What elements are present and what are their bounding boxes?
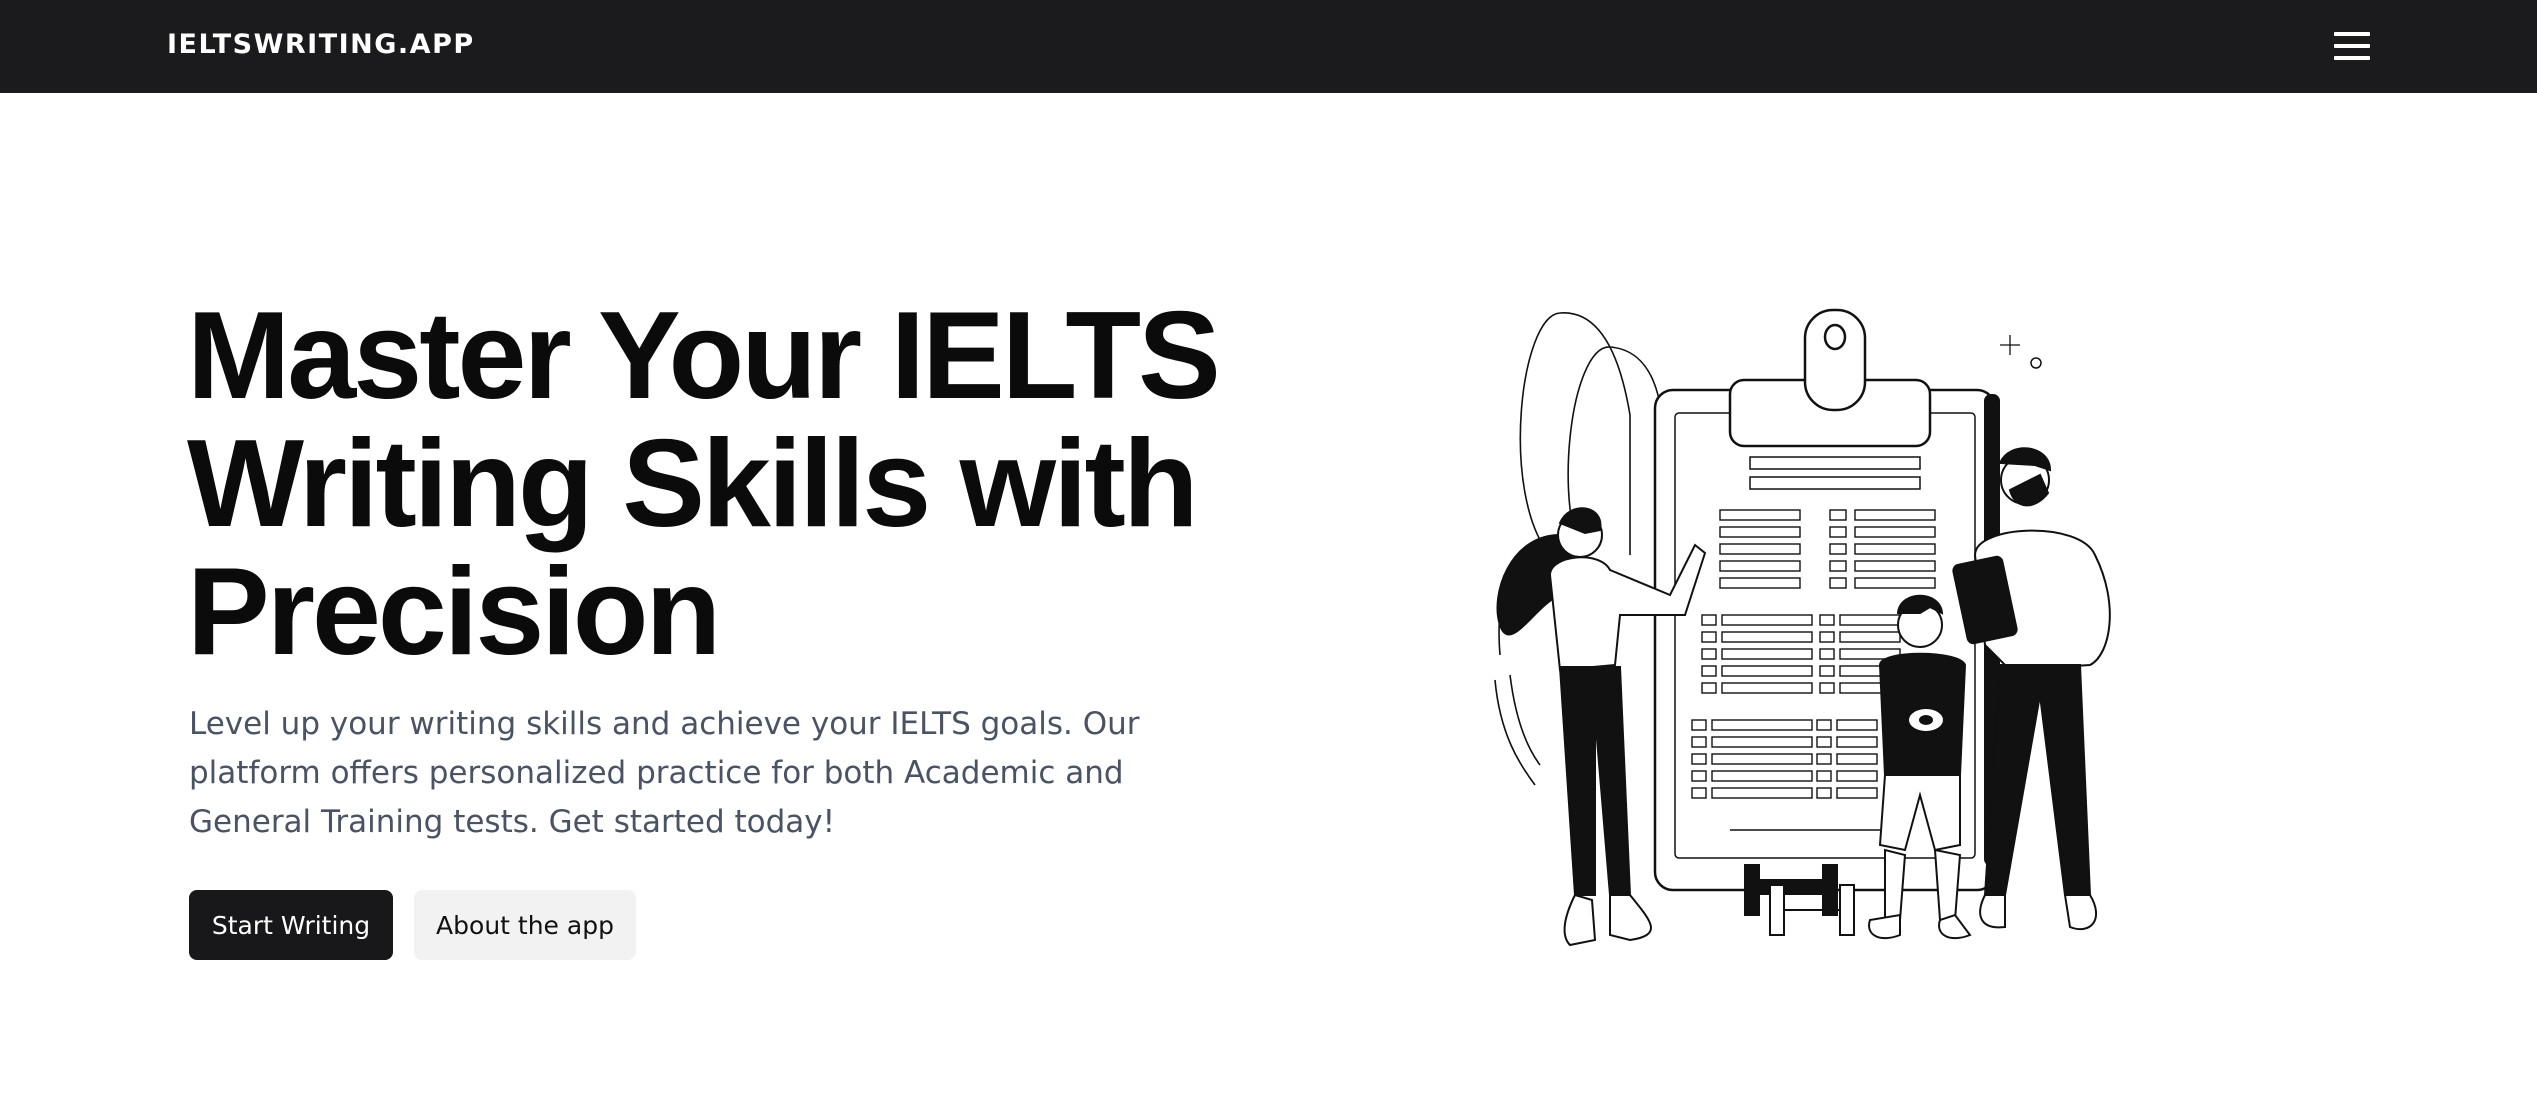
hero-title: Master Your IELTS Writing Skills with Pr… <box>187 287 1221 681</box>
start-writing-button[interactable]: Start Writing <box>189 890 393 960</box>
brand-logo-link[interactable]: IELTSWRITING.APP <box>167 28 475 62</box>
top-navbar: IELTSWRITING.APP <box>0 0 2537 93</box>
menu-line <box>2334 32 2370 36</box>
people-with-clipboard-illustration <box>1494 308 2111 947</box>
hero-subtitle: Level up your writing skills and achieve… <box>189 706 1140 840</box>
hamburger-menu-icon[interactable] <box>2330 27 2374 67</box>
menu-line <box>2334 56 2370 60</box>
about-app-button[interactable]: About the app <box>414 890 636 960</box>
menu-line <box>2334 44 2370 48</box>
